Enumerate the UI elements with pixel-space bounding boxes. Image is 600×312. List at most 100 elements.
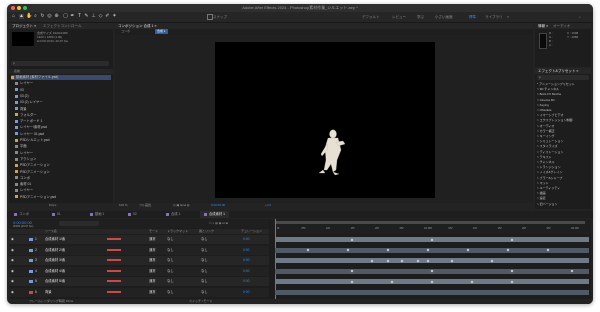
clone-tool-icon[interactable]: ⊥ xyxy=(91,14,96,19)
eye-icon[interactable]: ◉ xyxy=(11,248,14,253)
effects-presets-tab[interactable]: エフェクト&プリセット ≡ xyxy=(538,69,578,73)
project-item[interactable]: レイヤー xyxy=(11,151,111,156)
resolution-dropdown[interactable]: フル画質 xyxy=(139,203,151,208)
selection-tool-icon[interactable]: ▲ xyxy=(19,14,24,19)
trackmatte-dropdown[interactable]: なし xyxy=(167,290,174,295)
trackmatte-dropdown[interactable]: なし xyxy=(167,248,174,253)
layer-row[interactable]: ◉ 6 背景 通常 なし なし 0:00 xyxy=(9,288,269,297)
eye-icon[interactable]: ◉ xyxy=(11,258,14,263)
blend-mode-dropdown[interactable]: 通常 xyxy=(149,279,156,284)
timeline-tab[interactable]: 合成 1 xyxy=(162,211,184,218)
trackmatte-dropdown[interactable]: なし xyxy=(167,258,174,263)
project-item[interactable]: レイヤー 01.psd xyxy=(11,132,111,137)
roto-brush-icon[interactable]: ✐ xyxy=(105,14,110,19)
timeline-tab[interactable]: 02 xyxy=(124,211,141,218)
layer-row[interactable]: ◉ 2 合成素材 2/素 通常 なし なし 0:00 xyxy=(9,245,269,255)
layer-duration-bar[interactable] xyxy=(275,290,589,295)
hand-tool-icon[interactable]: ✋ xyxy=(26,14,32,19)
project-item[interactable]: 素材 01 xyxy=(11,182,111,187)
effects-search-input[interactable]: ρ xyxy=(537,75,589,80)
text-tool-icon[interactable]: T xyxy=(77,14,82,19)
project-item[interactable]: 03 (2) レイヤー xyxy=(11,100,111,105)
layer-track[interactable] xyxy=(271,288,591,297)
zoom-tool-icon[interactable]: ⌕ xyxy=(33,14,38,19)
blend-mode-dropdown[interactable]: 通常 xyxy=(149,269,156,274)
project-item[interactable]: アートボード 1 xyxy=(11,119,111,124)
breadcrumb-current[interactable]: 合成 1 xyxy=(155,29,168,34)
info-tab[interactable]: 情報 ≡ xyxy=(538,24,548,28)
audio-tab[interactable]: オーディオ xyxy=(553,24,570,28)
timeline-tab[interactable]: 合成素材 1 xyxy=(200,211,229,218)
layer-row[interactable]: ◉ 3 合成素材 3/素 通常 なし なし 0:00 xyxy=(9,256,269,266)
project-item[interactable]: コンポ xyxy=(11,176,111,181)
project-item[interactable]: PSDアニメーション.psd xyxy=(11,195,111,200)
project-item[interactable]: 03 xyxy=(11,88,111,93)
eye-icon[interactable]: ◉ xyxy=(11,290,14,295)
duration-value[interactable]: 0:00 xyxy=(243,248,249,253)
project-tab[interactable]: プロジェクト ≡ xyxy=(12,24,36,28)
timeline-search-input[interactable] xyxy=(59,221,99,226)
project-item[interactable]: レイヤー xyxy=(11,188,111,193)
eye-icon[interactable]: ◉ xyxy=(11,269,14,274)
source-name-header[interactable]: ソース名 xyxy=(45,229,57,234)
time-ruler[interactable]: 0f 05f 10f 15f 20f 25f 01:00f 05f 10f 15f 20f 25f 02… xyxy=(271,219,591,234)
magnification-dropdown[interactable]: 100 % xyxy=(119,203,128,208)
switches-modes-toggle[interactable]: スイッチ / モード xyxy=(189,299,213,304)
layer-track[interactable] xyxy=(271,267,591,276)
parent-dropdown[interactable]: なし xyxy=(201,248,208,253)
layer-track[interactable] xyxy=(271,235,591,244)
layer-row[interactable]: ◉ 4 合成素材 4/素 通常 なし なし 0:00 xyxy=(9,266,269,276)
layer-name[interactable]: 合成素材 5/素 xyxy=(45,279,65,284)
duration-value[interactable]: 0:00 xyxy=(243,290,249,295)
timeline-tab[interactable]: 動画 1 xyxy=(86,211,108,218)
project-search-input[interactable]: ρ xyxy=(11,61,109,66)
timeline-tab[interactable]: 01 xyxy=(48,211,65,218)
workspace-tab-libraries[interactable]: ライブラリ xyxy=(485,14,503,20)
parent-dropdown[interactable]: なし xyxy=(201,237,208,242)
home-icon[interactable]: ⌂ xyxy=(11,14,16,19)
pan-behind-icon[interactable]: ⊕ xyxy=(54,14,59,19)
project-item[interactable]: アクション xyxy=(11,157,111,162)
layer-name[interactable]: 合成素材 2/素 xyxy=(45,248,65,253)
layer-name[interactable]: 合成素材 1/素 xyxy=(45,237,65,242)
trackmatte-header[interactable]: トラックマット xyxy=(167,229,188,234)
puppet-tool-icon[interactable]: ✶ xyxy=(112,14,117,19)
layer-track[interactable] xyxy=(271,256,591,265)
parent-dropdown[interactable]: なし xyxy=(201,258,208,263)
breadcrumb-comp[interactable]: コンポ xyxy=(121,29,130,34)
project-item[interactable]: PSDシルエット.psd xyxy=(11,138,111,143)
bpc-label[interactable]: 8 bpc xyxy=(49,203,56,208)
trackmatte-dropdown[interactable]: なし xyxy=(167,237,174,242)
work-area-bar[interactable] xyxy=(275,221,585,224)
camera-tool-icon[interactable]: ◎ xyxy=(47,14,52,19)
project-item[interactable]: フォルダー xyxy=(11,113,111,118)
layer-row[interactable]: ◉ 1 合成素材 1/素 通常 なし なし 0:00 xyxy=(9,235,269,244)
snapshot-icon[interactable]: ◎ ▣ ⊞ ⊟ ◍ xyxy=(173,203,189,208)
eye-icon[interactable]: ◉ xyxy=(11,237,14,242)
workspace-tab-small-screen[interactable]: 小さい画面 xyxy=(435,14,453,20)
composition-viewer[interactable] xyxy=(215,42,435,198)
parent-dropdown[interactable]: なし xyxy=(201,290,208,295)
project-item[interactable]: 背景 xyxy=(11,107,111,112)
duration-value[interactable]: 0:00 xyxy=(243,258,249,263)
mask-rect-icon[interactable]: ▢ xyxy=(63,14,68,19)
duration-value[interactable]: 0:00 xyxy=(243,237,249,242)
rotate-tool-icon[interactable]: ↻ xyxy=(40,14,45,19)
project-item[interactable]: 03 (2) xyxy=(11,94,111,99)
layer-row[interactable]: ◉ 5 合成素材 5/素 通常 なし なし 0:00 xyxy=(9,277,269,287)
blend-mode-dropdown[interactable]: 通常 xyxy=(149,237,156,242)
blend-mode-dropdown[interactable]: 通常 xyxy=(149,258,156,263)
brush-tool-icon[interactable]: ✎ xyxy=(84,14,89,19)
exposure-value[interactable]: +0.0 xyxy=(265,203,271,208)
project-item[interactable]: PSDアニメーション xyxy=(11,170,111,175)
eye-icon[interactable]: ◉ xyxy=(11,279,14,284)
effect-controls-tab[interactable]: エフェクトコントロール xyxy=(43,24,82,28)
project-item[interactable]: レイヤー xyxy=(11,81,111,86)
duration-value[interactable]: 0:00 xyxy=(243,269,249,274)
parent-dropdown[interactable]: なし xyxy=(201,269,208,274)
mode-header[interactable]: モード xyxy=(149,229,158,234)
effect-category[interactable]: > 旧バージョン xyxy=(537,202,591,207)
layer-duration-bar[interactable] xyxy=(275,258,589,264)
trackmatte-dropdown[interactable]: なし xyxy=(167,269,174,274)
workspace-tab-default[interactable]: デフォルト xyxy=(362,14,380,20)
